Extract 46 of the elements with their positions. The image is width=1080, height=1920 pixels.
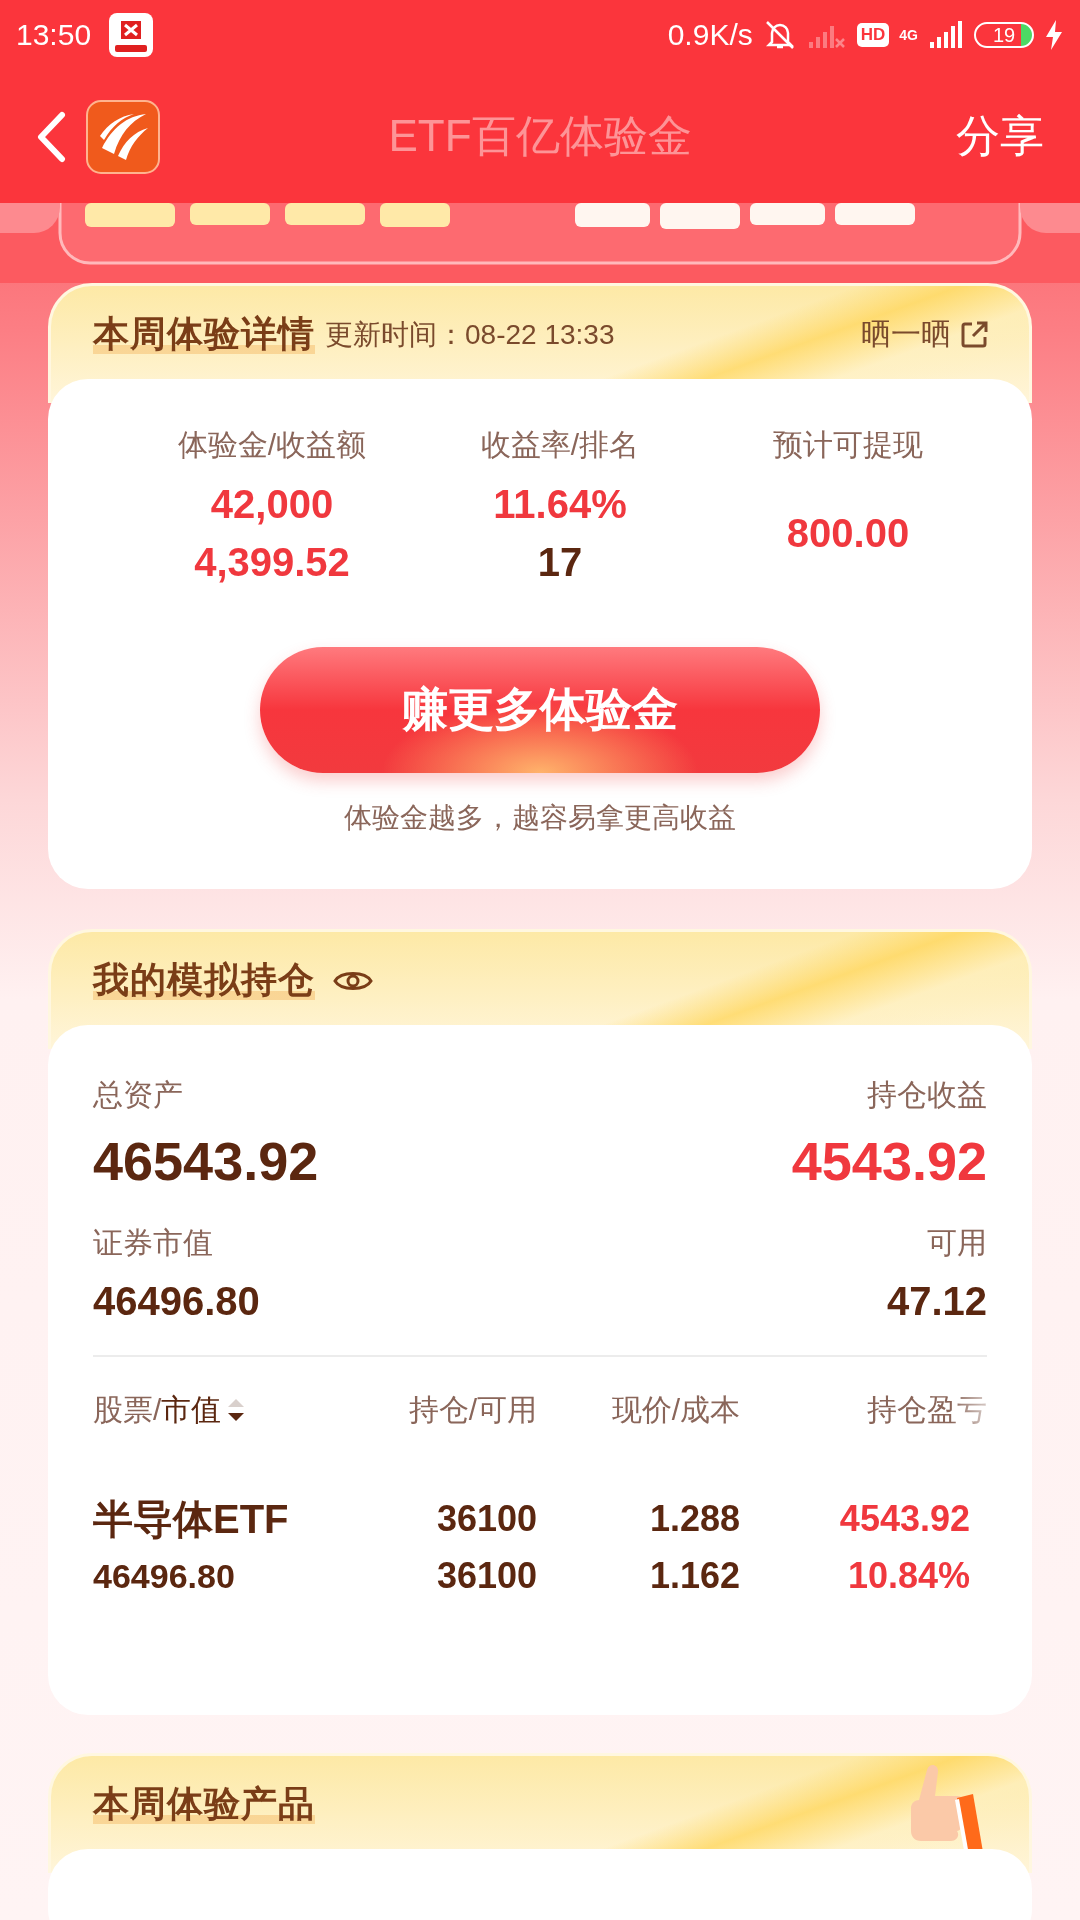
stat-value: 4,399.52: [194, 539, 350, 586]
summary-value: 46496.80: [93, 1278, 260, 1325]
clock: 13:50: [16, 18, 92, 52]
earn-more-button[interactable]: 赚更多体验金: [260, 647, 820, 773]
network-speed: 0.9K/s: [667, 18, 753, 52]
table-cell-text: 36100: [436, 1497, 537, 1541]
stat-value: 42,000: [210, 481, 334, 528]
table-cell-text: 36100: [436, 1554, 537, 1598]
summary-label: 总资产: [93, 1077, 184, 1113]
app-notification-icon: [109, 13, 154, 57]
holding-row[interactable]: 半导体ETF 46496.80 36100 36100 1.288 1.162 4543.92 10.84%: [93, 1493, 987, 1601]
table-cell-text: 46496.80: [93, 1556, 235, 1597]
app-logo-icon: [86, 99, 160, 174]
table-cell-text: 4543.92: [839, 1497, 970, 1541]
table-cell-text: 1.162: [649, 1554, 740, 1598]
column-header: 股票/: [93, 1391, 162, 1428]
share-link[interactable]: 晒一晒: [861, 314, 989, 355]
update-time: 更新时间：08-22 13:33: [325, 317, 615, 352]
summary-value: 47.12: [886, 1278, 987, 1325]
table-cell-text: 1.288: [649, 1497, 740, 1541]
summary-label: 可用: [927, 1225, 987, 1261]
summary-value: 4543.92: [791, 1130, 987, 1193]
hint-text: 体验金越多，越容易拿更高收益: [344, 801, 736, 835]
stat-label: 收益率/排名: [480, 427, 640, 463]
stat-label: 预计可提现: [773, 427, 923, 463]
stat-label: 体验金/收益额: [177, 427, 367, 463]
sort-button[interactable]: 市值: [161, 1389, 248, 1431]
stat-value: 17: [537, 539, 583, 586]
table-cell-text: 半导体ETF: [93, 1496, 289, 1543]
summary-label: 持仓收益: [867, 1077, 987, 1113]
signal-icon: [928, 20, 964, 50]
page-title: ETF百亿体验金: [388, 110, 692, 162]
table-cell-text: 10.84%: [847, 1554, 970, 1598]
network-type: 4G: [899, 28, 918, 42]
column-header: 现价/成本: [611, 1391, 740, 1428]
charging-icon: [1044, 19, 1064, 51]
share-button[interactable]: 分享: [956, 107, 1044, 166]
share-icon: [959, 319, 989, 350]
column-header: 持仓/可用: [408, 1391, 537, 1428]
battery-indicator: 19: [974, 22, 1034, 48]
summary-label: 证券市值: [93, 1225, 214, 1261]
hd-badge: HD: [856, 23, 890, 47]
column-header: 持仓盈亏: [867, 1391, 987, 1428]
summary-value: 46543.92: [93, 1130, 319, 1193]
stat-value: 11.64%: [493, 481, 627, 528]
stat-value: 800.00: [786, 510, 910, 557]
